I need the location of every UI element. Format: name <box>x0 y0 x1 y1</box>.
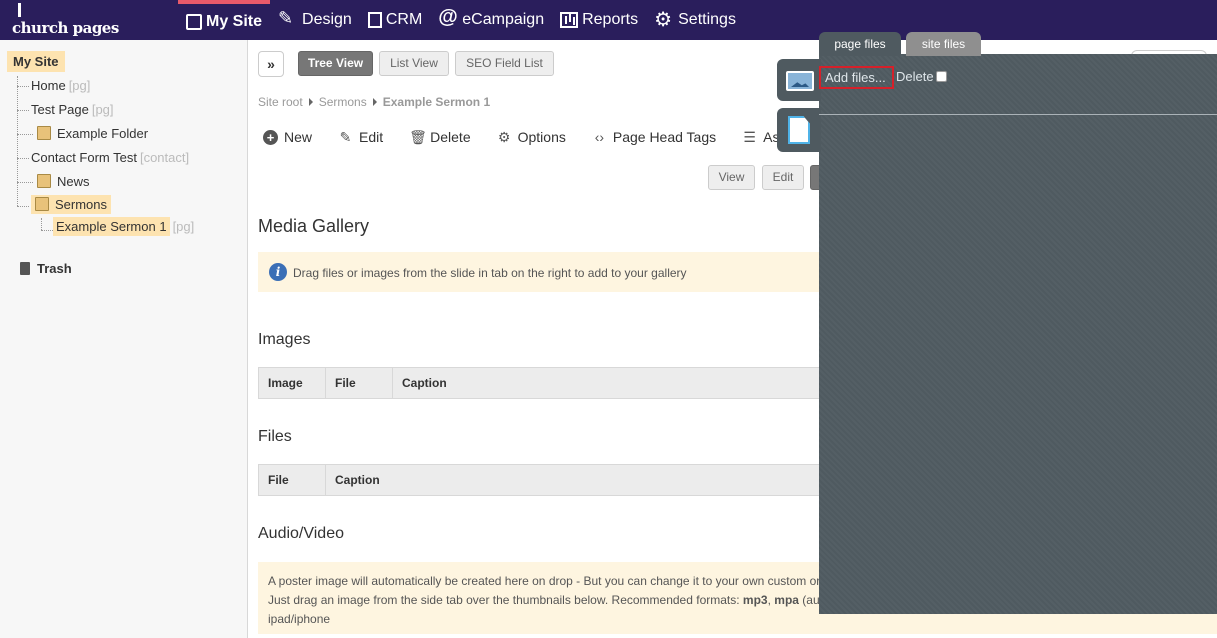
col-file: File <box>259 465 326 495</box>
nav-my-site[interactable]: My Site <box>178 0 271 40</box>
expand-panel-button[interactable]: » <box>258 51 284 77</box>
nav-design[interactable]: Design <box>270 0 360 40</box>
top-nav-bar: church pages My Site Design CRM eCampaig… <box>0 0 1217 40</box>
nav-ecampaign[interactable]: eCampaign <box>430 0 552 40</box>
chevron-right-icon <box>372 98 377 106</box>
tree-connector <box>17 206 29 207</box>
delete-label: Delete <box>896 69 934 84</box>
tree-view-button[interactable]: Tree View <box>298 51 373 76</box>
edit-button[interactable]: ✎ Edit <box>338 128 384 145</box>
breadcrumb-sermons[interactable]: Sermons <box>319 95 367 109</box>
gear-icon: ⚙ <box>497 128 511 145</box>
pencil-icon: ✎ <box>339 128 352 145</box>
assets-button[interactable]: ☰ As <box>742 129 779 145</box>
panel-divider <box>819 114 1217 115</box>
images-heading: Images <box>258 331 311 348</box>
tree-connector <box>17 158 29 159</box>
tree-connector <box>17 110 29 111</box>
tree-root-my-site[interactable]: My Site <box>7 51 65 72</box>
trash-icon <box>20 262 30 275</box>
delete-checkbox[interactable] <box>936 71 947 82</box>
edit-mode-button[interactable]: Edit <box>762 165 804 190</box>
tree-connector <box>41 218 42 230</box>
files-heading: Files <box>258 428 292 445</box>
site-tree-sidebar: My Site Home [pg] Test Page [pg] Example F… <box>0 40 248 638</box>
info-icon: i <box>269 263 287 281</box>
add-files-button[interactable]: Add files... <box>819 66 894 89</box>
tree-item-example-sermon-1[interactable]: Example Sermon 1 [pg] <box>53 217 194 236</box>
tree-item-sermons[interactable]: Sermons <box>31 195 112 214</box>
reports-icon <box>560 12 579 28</box>
tree-item-home[interactable]: Home [pg] <box>31 78 90 93</box>
folder-icon <box>37 126 51 140</box>
audio-video-heading: Audio/Video <box>258 525 344 542</box>
file-slide-panel <box>819 54 1217 614</box>
crm-icon <box>367 12 382 28</box>
design-icon <box>278 8 298 29</box>
tree-connector <box>41 230 53 231</box>
media-gallery-heading: Media Gallery <box>258 216 370 236</box>
list-view-button[interactable]: List View <box>379 51 449 76</box>
main-nav: My Site Design CRM eCampaign Reports Set… <box>178 0 744 40</box>
site-icon <box>186 14 202 30</box>
brand-logo[interactable]: church pages <box>12 3 119 37</box>
seo-field-list-button[interactable]: SEO Field List <box>455 51 554 76</box>
images-side-tab[interactable] <box>777 59 821 101</box>
tree-item-example-folder[interactable]: Example Folder <box>37 126 148 141</box>
code-icon: ‹› <box>594 128 605 145</box>
tree-item-news[interactable]: News <box>37 174 90 189</box>
trash-icon: 🗑 <box>409 128 427 145</box>
file-icon <box>788 116 810 144</box>
at-icon <box>438 6 458 29</box>
files-side-tab[interactable] <box>777 108 821 152</box>
view-mode-button[interactable]: View <box>708 165 755 190</box>
image-icon <box>786 71 814 91</box>
steeple-icon <box>18 3 21 17</box>
page-head-tags-button[interactable]: ‹› Page Head Tags <box>592 129 716 145</box>
tab-site-files[interactable]: site files <box>906 32 981 56</box>
nav-reports[interactable]: Reports <box>552 0 646 40</box>
tree-connector <box>17 86 29 87</box>
tree-connector <box>17 182 33 183</box>
gear-icon <box>654 7 674 32</box>
options-button[interactable]: ⚙ Options <box>497 129 566 145</box>
col-image: Image <box>259 368 326 398</box>
breadcrumb: Site root Sermons Example Sermon 1 <box>258 95 490 109</box>
col-file: File <box>326 368 393 398</box>
tree-item-contact-form-test[interactable]: Contact Form Test [contact] <box>31 150 189 165</box>
breadcrumb-current: Example Sermon 1 <box>382 95 491 109</box>
tree-connector <box>17 76 18 206</box>
plus-circle-icon: + <box>263 129 278 145</box>
tree-connector <box>17 134 33 135</box>
tree-item-test-page[interactable]: Test Page [pg] <box>31 102 114 117</box>
nav-settings[interactable]: Settings <box>646 0 744 40</box>
delete-button[interactable]: 🗑 Delete <box>409 129 470 145</box>
folder-icon <box>37 174 51 188</box>
chevron-right-icon <box>308 98 313 106</box>
nav-crm[interactable]: CRM <box>360 0 430 40</box>
tree-item-trash[interactable]: Trash <box>20 261 72 276</box>
tab-page-files[interactable]: page files <box>819 32 901 56</box>
list-icon: ☰ <box>743 128 756 145</box>
page-toolbar: + New ✎ Edit 🗑 Delete ⚙ Options ‹› Page Head … <box>263 129 805 145</box>
new-button[interactable]: + New <box>263 129 312 145</box>
folder-icon <box>35 197 49 211</box>
breadcrumb-root[interactable]: Site root <box>258 95 303 109</box>
